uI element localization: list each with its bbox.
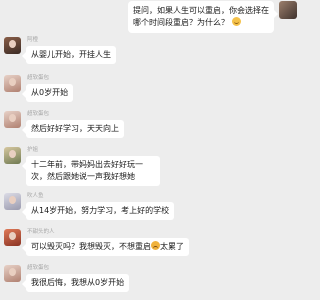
message-text: 从婴儿开始，开挂人生 [31, 50, 111, 59]
message-text: 可以毁灭吗？我想毁灭，不想重启 [31, 242, 151, 251]
sender-name: 吹人鱼 [27, 193, 44, 199]
sender-name: 超软蛋包 [27, 75, 50, 81]
sad-emoji-icon [151, 241, 160, 250]
message-text: 十二年前，带妈妈出去好好玩一次，然后跟她说一声我好想她 [31, 160, 143, 181]
avatar[interactable] [4, 193, 21, 210]
message-bubble[interactable]: 然后好好学习，天天向上 [22, 120, 124, 138]
message-text: 从14岁开始，努力学习，考上好的学校 [31, 206, 170, 215]
sender-name: 超软蛋包 [27, 265, 50, 271]
chat-view: 提问，如果人生可以重启，你会选择在哪个时间段重启？为什么？ 阿橙 从婴儿开始，开… [0, 0, 300, 300]
message-bubble[interactable]: 十二年前，带妈妈出去好好玩一次，然后跟她说一声我好想她 [22, 156, 160, 186]
message-bubble[interactable]: 可以毁灭吗？我想毁灭，不想重启 太累了 [22, 238, 189, 256]
avatar[interactable] [4, 265, 21, 282]
message-bubble[interactable]: 从14岁开始，努力学习，考上好的学校 [21, 202, 175, 220]
avatar[interactable] [4, 111, 21, 128]
avatar[interactable] [4, 37, 21, 54]
avatar[interactable] [4, 147, 21, 164]
message-text-suffix: 太累了 [160, 242, 184, 251]
question-text: 提问，如果人生可以重启，你会选择在哪个时间段重启？为什么？ [133, 6, 269, 27]
sender-name: 护姐 [27, 147, 39, 153]
sender-name: 不甜头的人 [27, 229, 55, 235]
my-avatar[interactable] [279, 1, 297, 19]
avatar[interactable] [4, 229, 21, 246]
message-text: 然后好好学习，天天向上 [31, 124, 119, 133]
message-bubble[interactable]: 从婴儿开始，开挂人生 [22, 46, 116, 64]
message-bubble[interactable]: 从0岁开始 [21, 84, 74, 102]
outgoing-message: 提问，如果人生可以重启，你会选择在哪个时间段重启？为什么？ [0, 1, 300, 41]
question-bubble[interactable]: 提问，如果人生可以重启，你会选择在哪个时间段重启？为什么？ [128, 1, 278, 33]
message-text: 从0岁开始 [31, 88, 69, 97]
avatar[interactable] [4, 75, 21, 92]
message-bubble[interactable]: 我很后悔，我想从0岁开始 [21, 274, 130, 292]
smile-emoji-icon [231, 17, 241, 26]
sender-name: 超软蛋包 [27, 111, 50, 117]
sender-name: 阿橙 [27, 37, 39, 43]
message-text: 我很后悔，我想从0岁开始 [31, 278, 125, 287]
